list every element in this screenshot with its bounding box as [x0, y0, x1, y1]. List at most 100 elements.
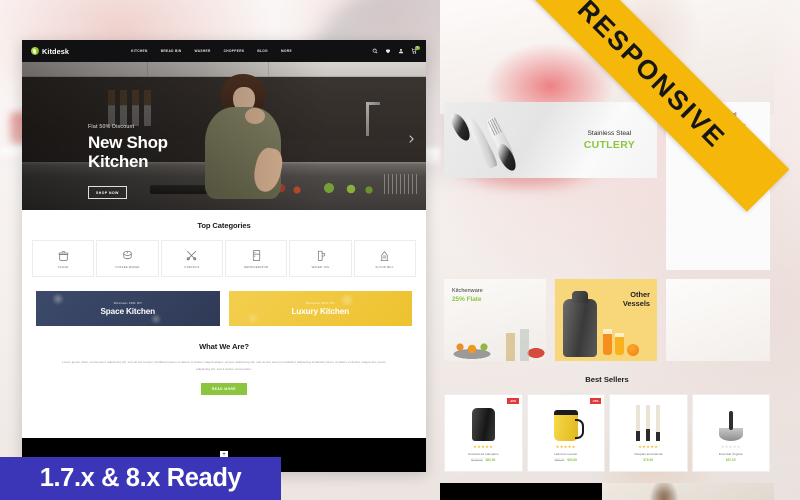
product-price: $87.00 [693, 458, 770, 462]
nav-item-choppers[interactable]: CHOPPERS [224, 49, 245, 53]
secondary-page-preview: Stainless Steal CUTLERY Stainless Steal … [440, 0, 774, 500]
fruit-bowl-photo [444, 317, 546, 361]
best-sellers-title: Best Sellers [585, 375, 629, 384]
other-vessels-banner[interactable]: Other Vessels [555, 279, 657, 361]
sugar-jar-icon [57, 249, 70, 262]
category-card-utensils[interactable]: UTENSILS [160, 240, 223, 277]
category-card-flour-mill[interactable]: FLOUR MILL [353, 240, 416, 277]
discount-badge: -30% [507, 398, 519, 404]
site-logo[interactable]: Kitdesk [31, 47, 69, 56]
read-more-button[interactable]: READ MORE [201, 382, 247, 395]
promo-banner-luxury-kitchen[interactable]: Discount 30% Off Luxury Kitchen [228, 291, 412, 326]
kitchenware-kicker: Kitchenware [452, 288, 483, 294]
product-name[interactable]: Voluptas accusamda [610, 452, 687, 456]
flour-mill-icon [378, 249, 391, 262]
account-user-icon[interactable] [398, 48, 404, 54]
category-label: FLOUR MILL [375, 265, 394, 269]
cutlery-kicker: Stainless Steal [587, 129, 632, 137]
product-card[interactable]: -15% ★★★★★ Laborum eveniet $99.00 $93.06 [526, 394, 605, 472]
category-label: WATER JUG [311, 265, 330, 269]
promo-banner-row: Discount 30% Off Space Kitchen Discount … [22, 277, 426, 326]
second-banner-band: Kitchenware 25% Flate Other Vessels [440, 270, 774, 361]
product-card[interactable]: -30% ★★★★★ Consectetur Hampden $100.00 $… [444, 394, 523, 472]
promo-title: Luxury Kitchen [291, 307, 350, 317]
nav-item-more[interactable]: MORE [281, 49, 292, 53]
version-badge: 1.7.x & 8.x Ready [0, 457, 281, 500]
product-image [528, 401, 605, 441]
hero-dark-overlay [22, 62, 426, 210]
product-name[interactable]: Consectetur Hampden [445, 452, 522, 456]
orange-fruit-icon [627, 344, 639, 356]
water-jug-icon [314, 249, 327, 262]
juice-glass-icon [603, 329, 612, 355]
rating-stars: ★★★★★ [473, 444, 494, 449]
product-price: $99.00 $93.06 [528, 458, 605, 462]
shop-now-button[interactable]: SHOP NOW [88, 186, 127, 199]
category-label: COFFEE MAKER [115, 265, 140, 269]
rating-stars: ★★★★★ [555, 444, 576, 449]
juicer-icon [563, 291, 597, 357]
kitchenware-title: 25% Flate [452, 296, 482, 303]
juice-glass-icon [615, 333, 624, 355]
nav-item-blog[interactable]: BLOG [257, 49, 268, 53]
promo-banner-space-kitchen[interactable]: Discount 30% Off Space Kitchen [36, 291, 220, 326]
about-section: What We Are? Lorem ipsum dolor, consecte… [22, 326, 426, 395]
spoon-icon [493, 140, 520, 174]
about-body-text: Lorem ipsum dolor, consectetur adipiscin… [62, 360, 386, 372]
category-grid: SUGAR COFFEE MAKER UTENSILS REFRIGERATOR [22, 240, 426, 277]
leaf-logo-icon [31, 47, 39, 55]
version-badge-text: 1.7.x & 8.x Ready [39, 464, 242, 492]
promo-title: Space Kitchen [100, 307, 156, 317]
product-card[interactable]: ★★★★★ Exercitat Virginia $87.00 [691, 394, 770, 472]
product-price: $78.90 [610, 458, 687, 462]
old-price: $99.00 [554, 458, 565, 462]
category-card-water-jug[interactable]: WATER JUG [289, 240, 352, 277]
cutlery-banner[interactable]: Stainless Steal CUTLERY [444, 102, 657, 178]
search-icon[interactable] [372, 48, 378, 54]
vessels-title-line2: Vessels [622, 298, 650, 308]
hero-slider: Flat 50% Discount New Shop Kitchen SHOP … [22, 62, 426, 210]
cutlery-title: CUTLERY [583, 138, 635, 151]
nav-item-washer[interactable]: WASHER [195, 49, 211, 53]
hero-title-line1: New Shop [88, 133, 168, 152]
product-price: $100.00 $83.99 [445, 458, 522, 462]
discount-badge: -15% [589, 398, 601, 404]
testimonial-panel: What They Say [440, 483, 602, 500]
product-card[interactable]: ★★★★★ Voluptas accusamda $78.90 [609, 394, 688, 472]
desktop-homepage-preview: Kitdesk KITCHEN BREAD BIN WASHER CHOPPER… [22, 40, 426, 472]
kitchen-tool-set-icon [633, 405, 664, 441]
about-title: What We Are? [199, 342, 249, 351]
category-card-sugar[interactable]: SUGAR [32, 240, 95, 277]
rating-stars: ★★★★★ [720, 444, 741, 449]
cart-count-badge: 0 [415, 46, 420, 51]
cutlery-photo [447, 106, 558, 174]
nav-item-kitchen[interactable]: KITCHEN [131, 49, 148, 53]
side-photo-tile [666, 279, 770, 361]
main-navigation: KITCHEN BREAD BIN WASHER CHOPPERS BLOG M… [131, 49, 292, 53]
product-name[interactable]: Laborum eveniet [528, 452, 605, 456]
category-label: UTENSILS [184, 265, 200, 269]
new-price: $83.99 [485, 458, 496, 462]
promo-kicker: Discount 30% Off [306, 300, 335, 305]
product-name[interactable]: Exercitat Virginia [693, 452, 770, 456]
top-categories-title: Top Categories [197, 221, 251, 230]
slider-next-arrow-icon[interactable] [406, 131, 416, 143]
category-card-coffee-maker[interactable]: COFFEE MAKER [96, 240, 159, 277]
wishlist-heart-icon[interactable] [385, 48, 391, 54]
category-label: SUGAR [57, 265, 69, 269]
cart-icon[interactable]: 0 [411, 46, 420, 54]
new-price: $93.06 [567, 458, 577, 462]
category-card-refrigerator[interactable]: REFRIGERATOR [225, 240, 288, 277]
promo-kicker: Discount 30% Off [113, 300, 142, 305]
rating-stars: ★★★★★ [638, 444, 659, 449]
electric-kettle-icon [471, 408, 495, 441]
best-sellers-grid: -30% ★★★★★ Consectetur Hampden $100.00 $… [440, 384, 774, 472]
utensils-icon [185, 249, 198, 262]
kitchenware-banner[interactable]: Kitchenware 25% Flate [444, 279, 546, 361]
logo-text: Kitdesk [42, 46, 70, 56]
testimonial-photo [602, 483, 774, 500]
thermos-jug-icon [553, 410, 584, 441]
nav-item-bread-bin[interactable]: BREAD BIN [161, 49, 182, 53]
hero-title-line2: Kitchen [88, 151, 149, 171]
testimonial-section: What They Say [440, 483, 774, 500]
